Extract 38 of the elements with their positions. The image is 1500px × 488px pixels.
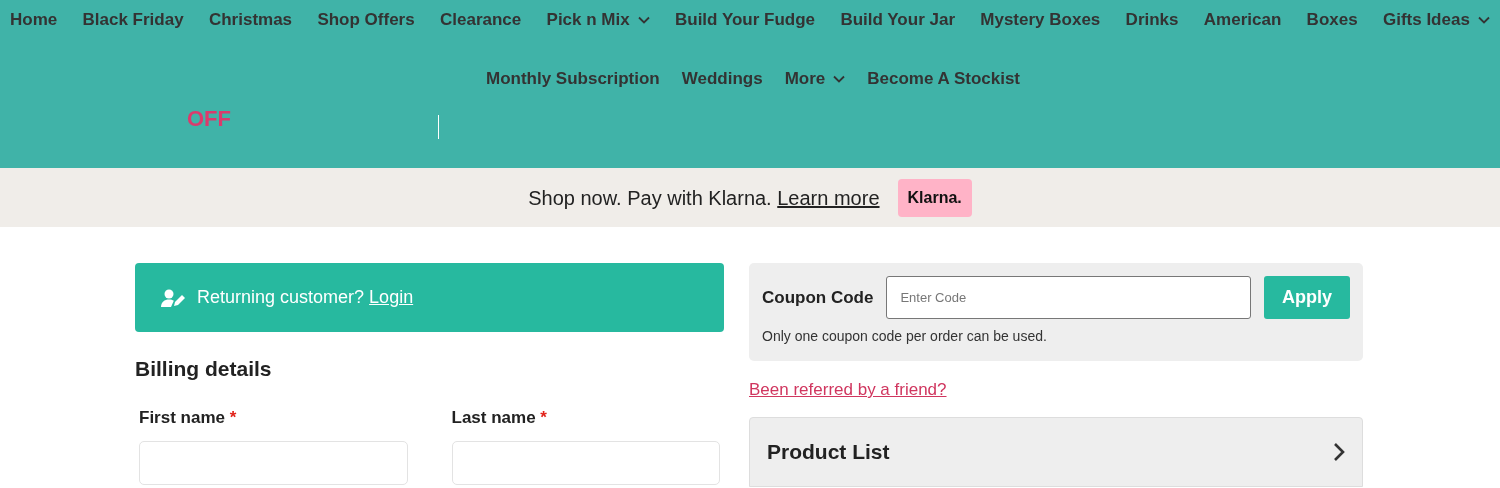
coupon-note: Only one coupon code per order can be used.	[762, 327, 1048, 346]
input-field[interactable]	[139, 441, 408, 485]
nav-link[interactable]: Black Friday	[82, 7, 184, 33]
nav-link[interactable]: Clearance	[439, 7, 522, 33]
user-edit-icon	[161, 288, 185, 307]
caret-icon	[637, 16, 650, 24]
chevron-icon	[1333, 441, 1345, 462]
learn-more-link[interactable]: Learn more	[777, 186, 880, 209]
referral-link[interactable]: Been referred by a friend?	[749, 377, 947, 403]
nav-link[interactable]: Home	[10, 7, 58, 33]
klarna-text: Shop now. Pay with Klarna. Learn more	[528, 185, 880, 211]
nav-link[interactable]: Become A Stockist	[867, 66, 1021, 92]
promo-text: OFF	[187, 107, 231, 131]
billing-title: Billing details	[135, 356, 273, 382]
field-label: Last name *	[451, 406, 548, 429]
klarna-badge: Klarna.	[897, 178, 972, 217]
nav-link[interactable]: Mystery Boxes	[980, 7, 1101, 33]
nav-link[interactable]: Drinks	[1125, 7, 1179, 33]
field-label: First name *	[139, 406, 238, 429]
nav-link[interactable]: More	[784, 66, 846, 92]
coupon-field[interactable]: Enter Code	[886, 276, 1251, 319]
nav-link[interactable]: Pick n Mix	[546, 7, 650, 33]
nav-link[interactable]: Build Your Jar	[840, 7, 955, 33]
nav-link[interactable]: Weddings	[681, 66, 763, 92]
product-list-header[interactable]: Product List	[749, 416, 1363, 487]
returning-customer-text: Returning customer? Login	[197, 286, 414, 309]
nav-link[interactable]: Christmas	[208, 7, 293, 33]
product-list-title: Product List	[767, 438, 890, 465]
nav-link[interactable]: Shop Offers	[317, 7, 415, 33]
nav-link[interactable]: Build Your Fudge	[675, 7, 816, 33]
nav-link[interactable]: American	[1203, 7, 1282, 33]
coupon-label: Coupon Code	[762, 286, 874, 309]
nav-link[interactable]: Monthly Subscription	[485, 66, 660, 92]
input-field[interactable]	[451, 441, 720, 485]
nav-link[interactable]: Gifts Ideas	[1382, 7, 1490, 33]
nav-link[interactable]: Boxes	[1306, 7, 1358, 33]
caret-icon	[1477, 16, 1490, 24]
caret-icon	[833, 75, 846, 83]
